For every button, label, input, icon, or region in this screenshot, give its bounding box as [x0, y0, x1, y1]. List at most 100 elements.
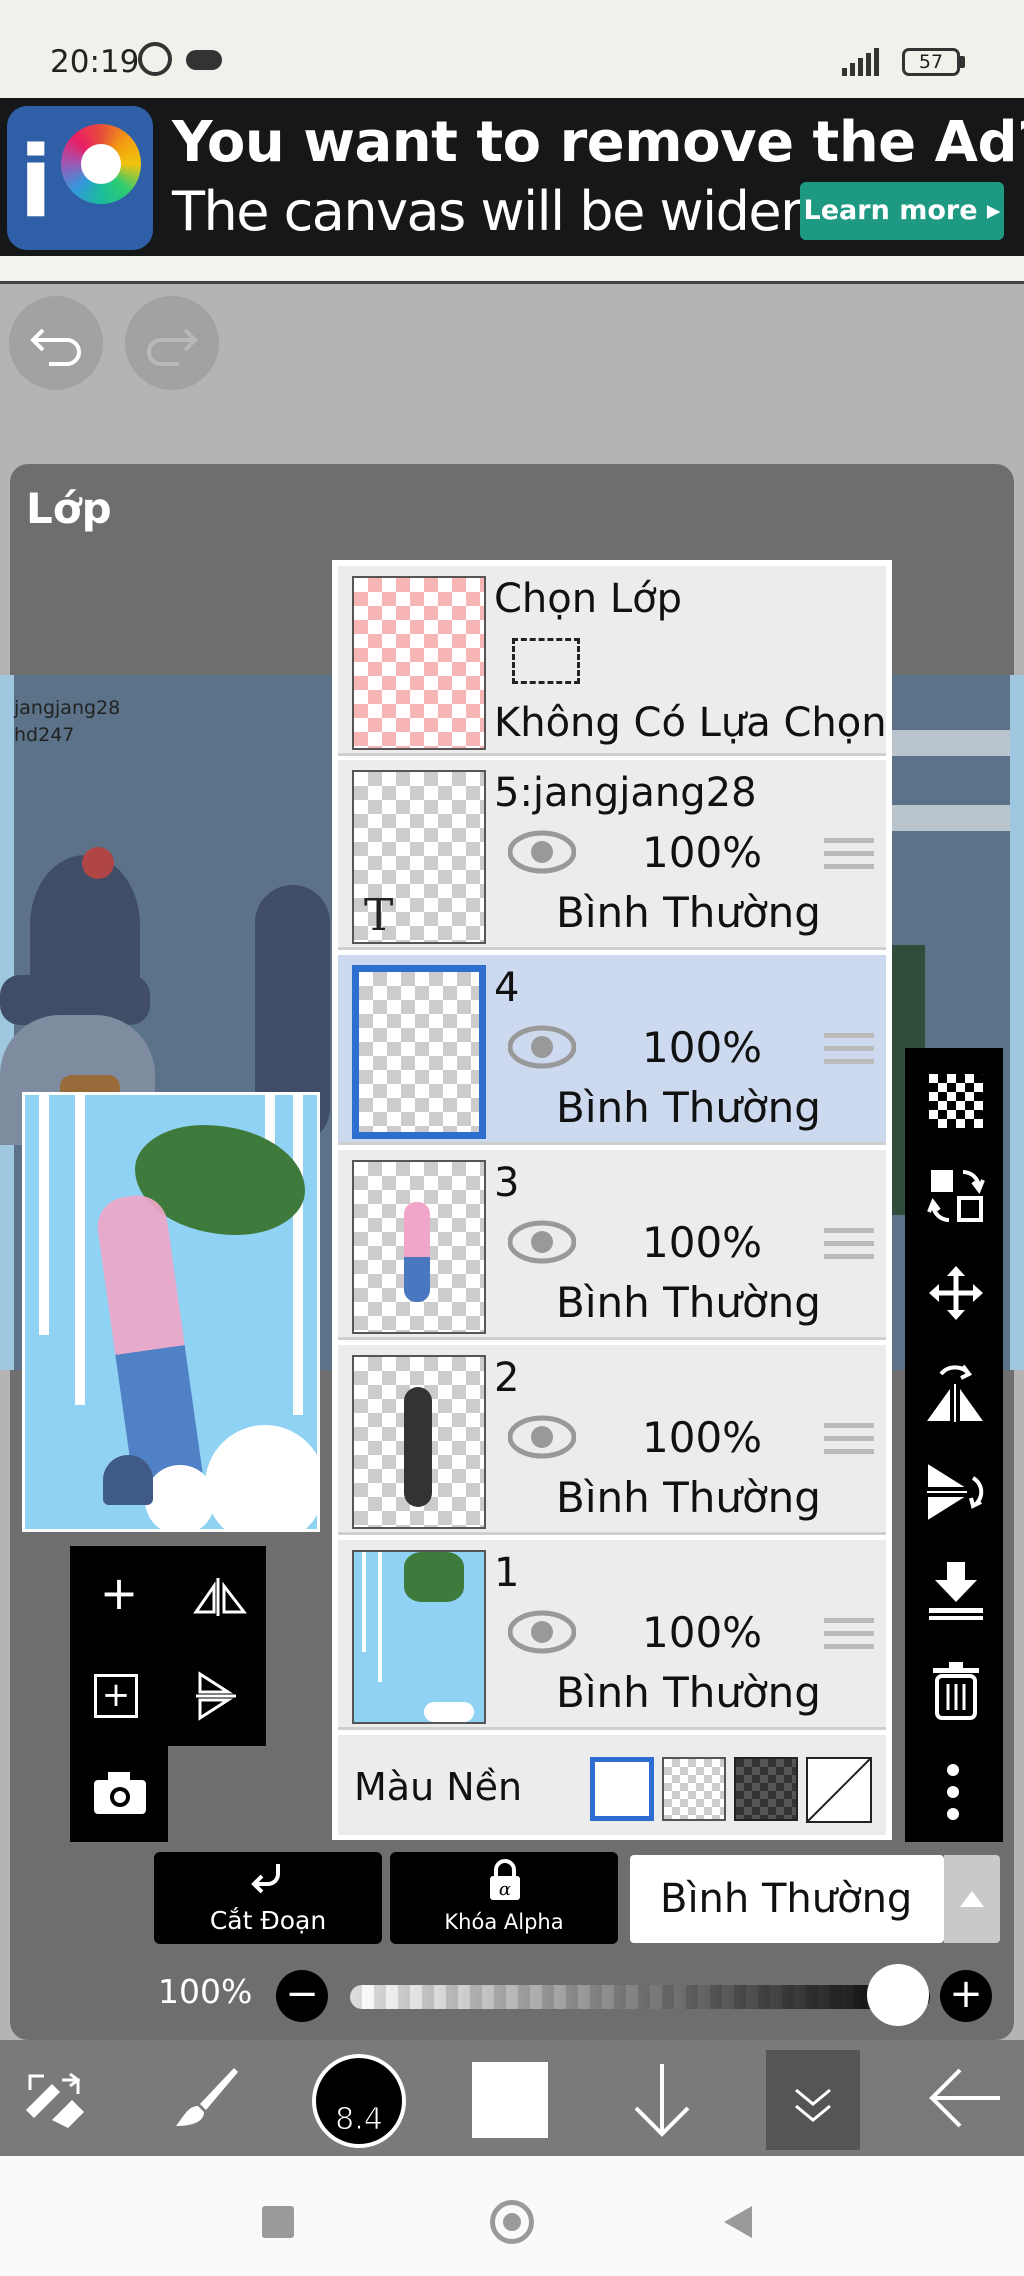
transform-tool-icon[interactable]: [22, 2070, 92, 2130]
camera-icon[interactable]: [92, 1770, 148, 1816]
drag-handle-icon[interactable]: [824, 1618, 874, 1656]
back-icon[interactable]: [720, 2204, 756, 2240]
drag-handle-icon[interactable]: [824, 1228, 874, 1266]
alpha-lock-label: Khóa Alpha: [444, 1910, 564, 1934]
layer-thumbnail: [352, 1550, 486, 1724]
home-icon-dot: [503, 2213, 521, 2231]
triangle-up-icon: [960, 1891, 984, 1907]
drag-handle-icon[interactable]: [824, 1033, 874, 1071]
clip-label: Cắt Đoạn: [209, 1906, 327, 1935]
thumbnail-art: [378, 1552, 382, 1682]
layer-opacity: 100%: [642, 1218, 763, 1267]
flip-vertical-icon[interactable]: [192, 1670, 248, 1722]
opacity-increase-button[interactable]: +: [940, 1970, 992, 2022]
snowman-hat: [30, 855, 140, 995]
layer-list: Chọn Lớp Không Có Lựa Chọn T 5:jangjang2…: [332, 560, 892, 1840]
transfer-icon[interactable]: [927, 1166, 985, 1226]
canvas-stripe: [890, 805, 1024, 831]
logo-letters: i: [19, 126, 53, 240]
layer-row[interactable]: 1 100% Bình Thường: [338, 1540, 886, 1730]
brush-icon[interactable]: [170, 2064, 240, 2134]
ad-banner[interactable]: i You want to remove the Ad? The canvas …: [0, 98, 1024, 256]
secondary-color-swatch[interactable]: [472, 2062, 548, 2138]
layer-row[interactable]: 3 100% Bình Thường: [338, 1150, 886, 1340]
layer-blend-mode: Bình Thường: [556, 1083, 821, 1132]
eye-icon[interactable]: [508, 1610, 576, 1654]
flip-horizontal-icon[interactable]: [925, 1360, 985, 1424]
preview-snowman-head: [145, 1465, 215, 1529]
more-icon[interactable]: [943, 1762, 963, 1822]
ibispaint-logo: i: [7, 106, 153, 250]
selection-marquee-icon: [512, 638, 580, 684]
layer-name: 3: [494, 1160, 520, 1206]
thumbnail-art: [424, 1702, 474, 1722]
clip-button[interactable]: Cắt Đoạn: [154, 1852, 382, 1944]
layer-row[interactable]: 4 100% Bình Thường: [338, 955, 886, 1145]
battery-tip: [960, 56, 965, 68]
collapse-icon: [795, 2088, 831, 2122]
eye-icon[interactable]: [508, 1415, 576, 1459]
layer-row[interactable]: T 5:jangjang28 100% Bình Thường: [338, 760, 886, 950]
eye-icon[interactable]: [508, 1220, 576, 1264]
eye-icon[interactable]: [508, 830, 576, 874]
color-wheel-center: [81, 144, 121, 184]
drag-handle-icon[interactable]: [824, 838, 874, 876]
bg-none-swatch[interactable]: [806, 1757, 872, 1823]
system-navigation-bar: [0, 2156, 1024, 2276]
blend-mode-dropdown-button[interactable]: [944, 1855, 1000, 1943]
color-circle-icon[interactable]: 8.4: [312, 2054, 406, 2148]
battery-icon: 57: [902, 48, 960, 76]
add-layer-icon[interactable]: +: [94, 1570, 144, 1616]
layer-thumbnail: [352, 965, 486, 1139]
selection-title: Chọn Lớp: [494, 576, 682, 622]
blend-mode-select[interactable]: Bình Thường: [630, 1855, 944, 1943]
bottom-toolbar: 8.4: [0, 2040, 1024, 2156]
layer-blend-mode: Bình Thường: [556, 1668, 821, 1717]
opacity-slider-handle[interactable]: [867, 1964, 929, 2026]
thumbnail-art: [362, 1552, 366, 1652]
collapse-button[interactable]: [766, 2050, 860, 2150]
layer-opacity: 100%: [642, 1608, 763, 1657]
preview-snowman: [205, 1425, 317, 1529]
learn-more-button[interactable]: Learn more ▸: [800, 182, 1004, 240]
merge-down-icon[interactable]: [927, 1560, 985, 1620]
flip-horizontal-icon[interactable]: [192, 1572, 248, 1620]
undo-button[interactable]: [9, 296, 103, 390]
layer-opacity: 100%: [642, 1023, 763, 1072]
redo-button[interactable]: [125, 296, 219, 390]
alpha-lock-button[interactable]: α Khóa Alpha: [390, 1852, 618, 1944]
layer-blend-mode: Bình Thường: [556, 1278, 821, 1327]
background-color-row: Màu Nền: [338, 1735, 886, 1835]
opacity-decrease-button[interactable]: −: [276, 1970, 328, 2022]
back-arrow-icon[interactable]: [928, 2066, 1004, 2130]
down-arrow-icon[interactable]: [630, 2060, 694, 2140]
preview-stripe: [75, 1095, 85, 1405]
stop-icon[interactable]: [262, 2206, 294, 2238]
text-layer-icon: T: [364, 890, 394, 941]
layer-name: 5:jangjang28: [494, 770, 757, 816]
opacity-value: 100%: [158, 1972, 253, 2011]
layer-name: 2: [494, 1355, 520, 1401]
ad-title: You want to remove the Ad?: [172, 110, 1024, 175]
bg-white-swatch[interactable]: [590, 1757, 654, 1821]
selection-row[interactable]: Chọn Lớp Không Có Lựa Chọn: [338, 566, 887, 756]
opacity-slider[interactable]: [350, 1985, 930, 2009]
trash-icon[interactable]: [931, 1660, 981, 1720]
bg-transparent-swatch[interactable]: [662, 1757, 726, 1821]
copy-layer-icon[interactable]: +: [94, 1674, 138, 1718]
layer-row[interactable]: 2 100% Bình Thường: [338, 1345, 886, 1535]
flip-vertical-icon[interactable]: [925, 1462, 987, 1522]
canvas-preview[interactable]: [22, 1092, 320, 1532]
canvas-edge: [1010, 675, 1024, 1370]
move-icon[interactable]: [927, 1264, 985, 1322]
drag-handle-icon[interactable]: [824, 1423, 874, 1461]
thumbnail-art: [404, 1387, 432, 1507]
bg-dark-swatch[interactable]: [734, 1757, 798, 1821]
canvas-stripe: [890, 730, 1024, 756]
eye-icon[interactable]: [508, 1025, 576, 1069]
layer-opacity: 100%: [642, 828, 763, 877]
preview-hat: [103, 1455, 153, 1505]
selection-thumbnail: [352, 576, 486, 750]
ad-subtitle: The canvas will be wider.: [172, 180, 813, 243]
transparency-icon[interactable]: [929, 1074, 983, 1128]
